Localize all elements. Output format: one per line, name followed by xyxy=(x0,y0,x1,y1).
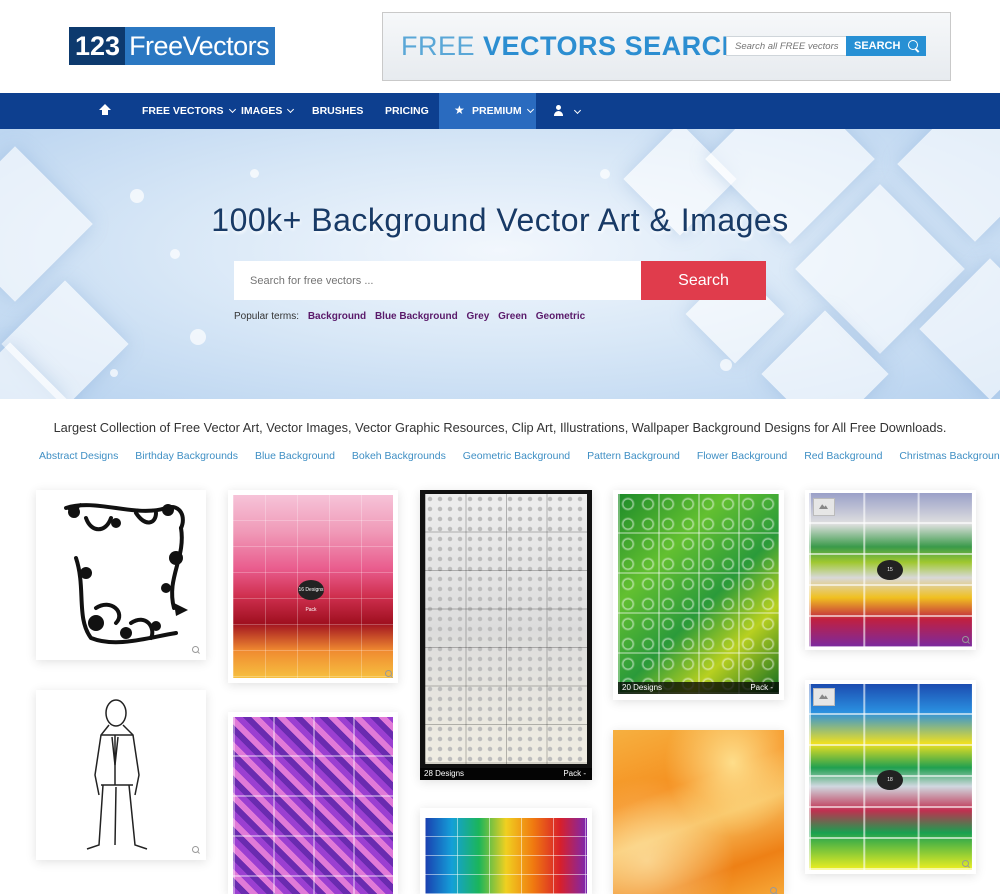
popular-term-link[interactable]: Geometric xyxy=(536,311,585,322)
hero-bokeh xyxy=(720,359,732,371)
banner-search-input[interactable] xyxy=(726,36,846,56)
rainbow-pack-image xyxy=(425,818,587,894)
green-pack-image xyxy=(618,494,779,694)
grey-pack-image xyxy=(425,494,587,764)
hero-search-button[interactable]: Search xyxy=(641,261,766,300)
gallery-card-abstract-pack[interactable]: 18 xyxy=(805,680,976,874)
pack-strip: 20 Designs Pack - xyxy=(618,682,779,694)
popular-term-link[interactable]: Green xyxy=(498,311,527,322)
category-link[interactable]: Geometric Background xyxy=(463,450,570,462)
chevron-down-icon xyxy=(287,105,295,114)
gallery-card-green-pack[interactable]: 20 Designs Pack - xyxy=(613,490,784,700)
gallery-card-multicolor-pack[interactable]: 15 xyxy=(805,490,976,650)
pack-count: 20 Designs xyxy=(622,683,663,692)
banner-search-button[interactable]: SEARCH xyxy=(846,36,926,56)
image-icon xyxy=(813,688,835,706)
logo-text: FreeVectors xyxy=(125,27,276,65)
pack-badge: 16 Designs Pack xyxy=(298,580,324,613)
nav-pricing[interactable]: PRICING xyxy=(385,93,429,129)
hero-bokeh xyxy=(250,169,259,178)
zoom-icon[interactable] xyxy=(385,670,392,677)
logo-number: 123 xyxy=(69,27,126,65)
popular-terms: Popular terms: Background Blue Backgroun… xyxy=(234,311,585,322)
nav-brushes[interactable]: BRUSHES xyxy=(312,93,363,129)
category-link[interactable]: Flower Background xyxy=(697,450,787,462)
zoom-icon[interactable] xyxy=(192,646,199,653)
main-nav: FREE VECTORS IMAGES BRUSHES PRICING ★ PR… xyxy=(0,93,1000,129)
hero-bokeh xyxy=(110,369,118,377)
gallery-card-man-sketch[interactable] xyxy=(36,690,206,860)
category-links: Abstract Designs Birthday Backgrounds Bl… xyxy=(39,450,1000,462)
image-icon xyxy=(813,498,835,516)
pack-count: 28 Designs xyxy=(424,769,465,778)
hero-title: 100k+ Background Vector Art & Images xyxy=(211,202,789,238)
hero-bokeh xyxy=(600,169,610,179)
nav-free-vectors[interactable]: FREE VECTORS xyxy=(142,93,236,129)
hero-bokeh xyxy=(130,189,144,203)
pack-strip: 28 Designs Pack - xyxy=(420,768,592,780)
site-logo[interactable]: 123 FreeVectors xyxy=(69,27,276,65)
hero-section: 100k+ Background Vector Art & Images Sea… xyxy=(0,129,1000,399)
gallery-card-pink-pack[interactable]: 16 Designs Pack xyxy=(228,490,398,683)
orange-waves-image xyxy=(613,730,784,894)
search-icon xyxy=(908,40,918,50)
zoom-icon[interactable] xyxy=(962,860,969,867)
man-sketch-image xyxy=(86,699,148,850)
nav-images-label: IMAGES xyxy=(241,105,283,117)
hero-search-input[interactable] xyxy=(234,261,641,300)
gallery-card-purple-pack[interactable] xyxy=(228,712,398,894)
chevron-down-icon xyxy=(526,105,534,114)
nav-brushes-label: BRUSHES xyxy=(312,105,364,117)
nav-premium[interactable]: ★ PREMIUM xyxy=(439,93,536,129)
category-link[interactable]: Abstract Designs xyxy=(39,450,118,462)
gallery-card-grey-pack[interactable]: 28 Designs Pack - xyxy=(420,490,592,780)
popular-terms-label: Popular terms: xyxy=(234,311,300,322)
banner-search-button-label: SEARCH xyxy=(854,40,901,52)
zoom-icon[interactable] xyxy=(192,846,199,853)
banner-title-bold: VECTORS SEARCH xyxy=(483,31,742,61)
floral-corner-image xyxy=(64,503,188,645)
category-link[interactable]: Blue Background xyxy=(255,450,335,462)
nav-free-vectors-label: FREE VECTORS xyxy=(142,105,224,117)
nav-pricing-label: PRICING xyxy=(385,105,429,117)
nav-premium-label: PREMIUM xyxy=(472,105,522,117)
gallery-card-floral-corner[interactable] xyxy=(36,490,206,660)
category-link[interactable]: Pattern Background xyxy=(587,450,680,462)
nav-images[interactable]: IMAGES xyxy=(241,93,295,129)
star-icon: ★ xyxy=(454,103,465,117)
gallery-card-orange-waves[interactable] xyxy=(613,730,784,894)
banner-title-light: FREE xyxy=(401,31,476,61)
user-icon[interactable] xyxy=(554,105,564,116)
popular-term-link[interactable]: Grey xyxy=(467,311,490,322)
hero-bokeh xyxy=(170,249,180,259)
purple-pack-image xyxy=(233,717,393,894)
pack-badge: 18 xyxy=(877,770,903,790)
zoom-icon[interactable] xyxy=(770,887,777,894)
hero-bokeh xyxy=(190,329,206,345)
pack-label: Pack - xyxy=(750,683,773,692)
site-tagline: Largest Collection of Free Vector Art, V… xyxy=(53,420,947,435)
chevron-down-icon[interactable] xyxy=(573,106,582,115)
zoom-icon[interactable] xyxy=(962,636,969,643)
vectors-search-banner: FREE VECTORS SEARCH SEARCH xyxy=(382,12,951,81)
category-link[interactable]: Red Background xyxy=(804,450,882,462)
popular-term-link[interactable]: Blue Background xyxy=(375,311,458,322)
banner-title: FREE VECTORS SEARCH xyxy=(401,31,742,62)
pack-label: Pack - xyxy=(563,769,586,778)
category-link[interactable]: Christmas Background xyxy=(899,450,1000,462)
chevron-down-icon xyxy=(228,105,236,114)
category-link[interactable]: Bokeh Backgrounds xyxy=(352,450,446,462)
popular-term-link[interactable]: Background xyxy=(308,311,366,322)
gallery-card-rainbow-pack[interactable] xyxy=(420,808,592,894)
nav-premium-text: PREMIUM xyxy=(472,93,534,129)
category-link[interactable]: Birthday Backgrounds xyxy=(135,450,238,462)
site-header: 123 FreeVectors FREE VECTORS SEARCH SEAR… xyxy=(0,0,1000,93)
home-icon[interactable] xyxy=(99,104,111,116)
pack-badge: 15 xyxy=(877,560,903,580)
